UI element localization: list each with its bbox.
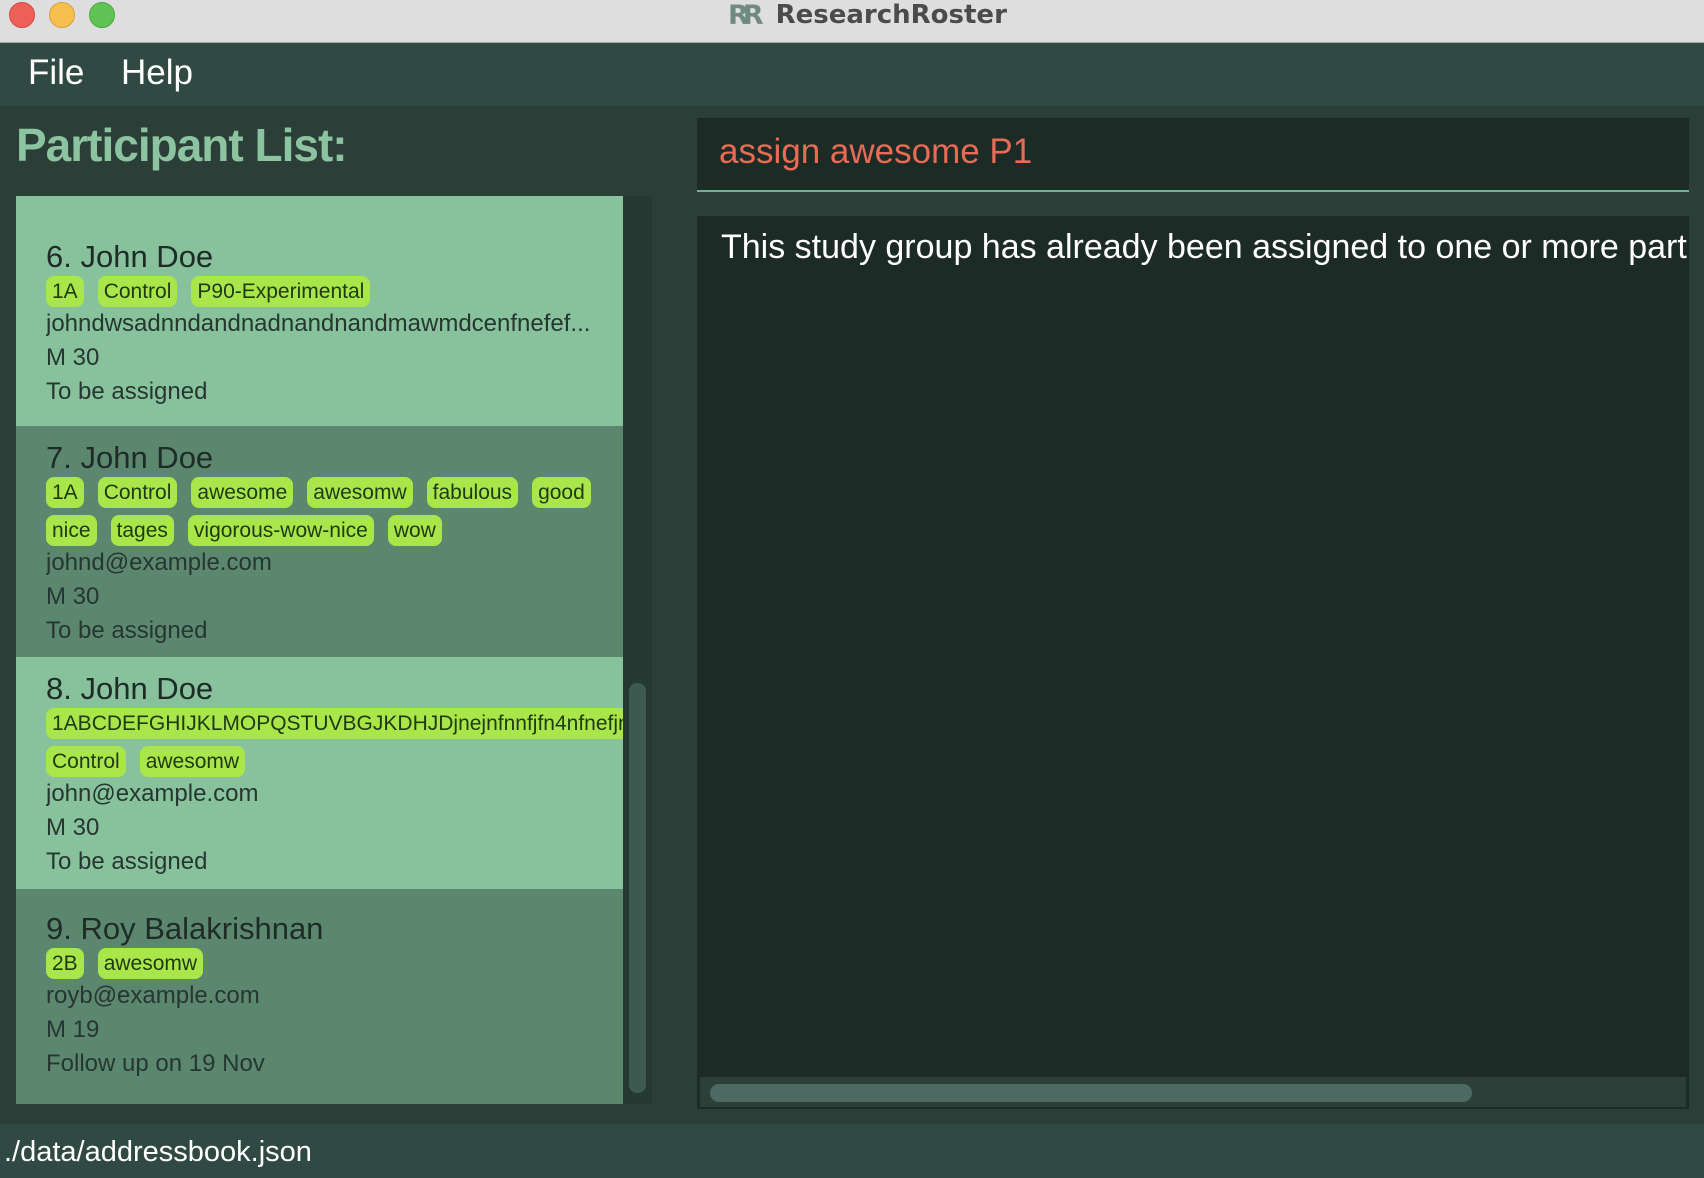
participant-email: john@example.com [46, 780, 259, 807]
participant-tags: nice tages vigorous-wow-nice wow [46, 515, 442, 546]
participant-status: To be assigned [46, 378, 208, 405]
command-box[interactable]: assign awesome P1 [697, 118, 1689, 192]
participant-gender-age: M 30 [46, 814, 100, 841]
window-title: RR ResearchRoster [728, 0, 1007, 31]
menu-file[interactable]: File [28, 53, 84, 93]
tag: Control [97, 276, 178, 307]
tag: awesomw [97, 948, 204, 979]
participant-tags: 1A Control P90-Experimental [46, 276, 371, 307]
tag: 1ABCDEFGHIJKLMOPQSTUVBGJKDHJDjnejnfnnfjf… [46, 708, 623, 739]
participant-list-title: Participant List: [16, 119, 348, 171]
participant-tags: 1ABCDEFGHIJKLMOPQSTUVBGJKDHJDjnejnfnnfjf… [46, 708, 623, 739]
participant-email: johnd@example.com [46, 549, 272, 576]
participant-tags: 1A Control awesome awesomw fabulous good [46, 477, 591, 508]
tag: awesomw [307, 477, 413, 508]
result-display[interactable]: This study group has already been assign… [697, 216, 1689, 1109]
participant-gender-age: M 30 [46, 344, 100, 371]
participant-status: To be assigned [46, 617, 208, 644]
command-input[interactable]: assign awesome P1 [719, 132, 1032, 172]
participant-card[interactable]: 6. John Doe 1A Control P90-Experimental … [16, 219, 623, 426]
tag: Control [46, 746, 126, 777]
participant-name: 6. John Doe [46, 239, 214, 274]
minimize-window-button[interactable] [49, 2, 75, 28]
menu-bar: File Help [0, 43, 1704, 106]
participant-card[interactable]: 8. John Doe 1ABCDEFGHIJKLMOPQSTUVBGJKDHJ… [16, 657, 623, 889]
participant-gender-age: M 30 [46, 583, 100, 610]
tag: nice [46, 515, 97, 546]
app-name: ResearchRoster [775, 0, 1007, 30]
participant-name: 9. Roy Balakrishnan [46, 911, 324, 946]
status-bar: ./data/addressbook.json [0, 1124, 1704, 1178]
tag: Control [97, 477, 178, 508]
participant-card[interactable]: 7. John Doe 1A Control awesome awesomw f… [16, 426, 623, 657]
participant-status: To be assigned [46, 848, 208, 875]
participant-card-partial[interactable] [16, 196, 623, 219]
participant-email: royb@example.com [46, 982, 260, 1009]
tag: vigorous-wow-nice [187, 515, 374, 546]
window-titlebar: RR ResearchRoster [0, 0, 1704, 43]
participant-name: 7. John Doe [46, 440, 214, 475]
participant-gender-age: M 19 [46, 1016, 100, 1043]
participant-card[interactable]: 9. Roy Balakrishnan 2B awesomw royb@exam… [16, 889, 623, 1104]
list-scrollbar-thumb[interactable] [629, 683, 646, 1093]
tag: awesome [191, 477, 294, 508]
participant-name: 8. John Doe [46, 671, 214, 706]
participant-email: johndwsadnndandnadnandnandmawmdcenfnefef… [46, 310, 591, 337]
tag: P90-Experimental [191, 276, 371, 307]
tag: fabulous [426, 477, 519, 508]
maximize-window-button[interactable] [89, 2, 115, 28]
tag: awesomw [139, 746, 246, 777]
participant-status: Follow up on 19 Nov [46, 1050, 265, 1077]
tag: tages [110, 515, 174, 546]
data-file-path: ./data/addressbook.json [4, 1136, 312, 1168]
menu-help[interactable]: Help [121, 53, 193, 93]
tag: 1A [46, 477, 84, 508]
app-logo-icon: RR [728, 0, 764, 31]
result-hscrollbar-thumb[interactable] [710, 1084, 1472, 1102]
close-window-button[interactable] [9, 2, 35, 28]
participant-list[interactable]: 6. John Doe 1A Control P90-Experimental … [16, 196, 623, 1104]
participant-tags: Control awesomw [46, 746, 246, 777]
tag: 1A [46, 276, 84, 307]
tag: 2B [46, 948, 84, 979]
result-message: This study group has already been assign… [721, 228, 1689, 266]
tag: good [532, 477, 591, 508]
tag: wow [387, 515, 442, 546]
participant-tags: 2B awesomw [46, 948, 204, 979]
